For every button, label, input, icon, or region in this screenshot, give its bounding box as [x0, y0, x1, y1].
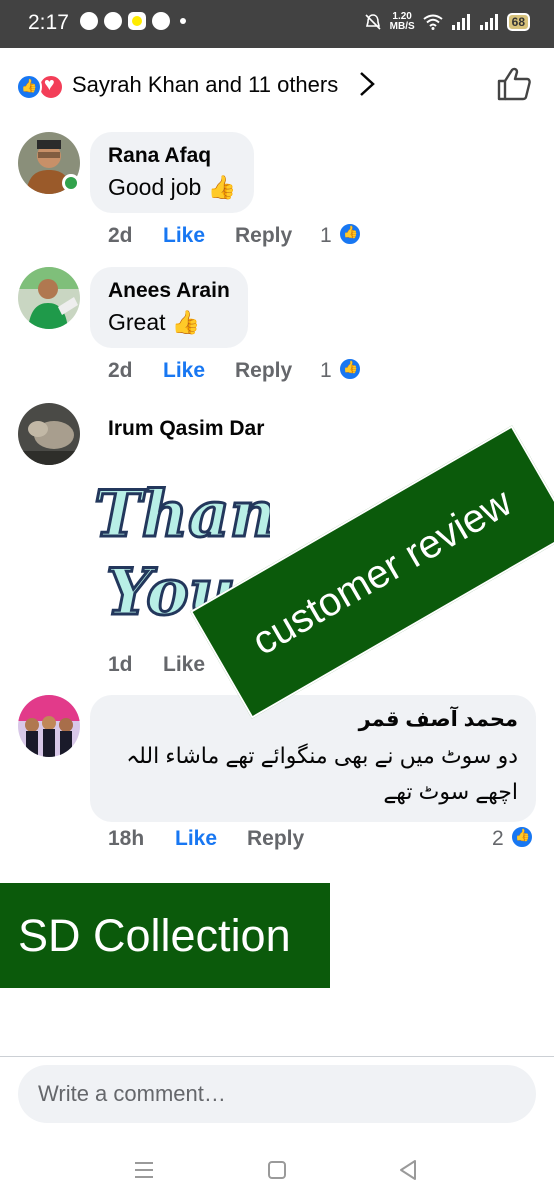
reactions-summary[interactable]: Sayrah Khan and 11 others: [16, 66, 546, 104]
comment-time: 1d: [108, 653, 133, 676]
comment-time: 2d: [108, 224, 133, 247]
like-button[interactable]: Like: [163, 224, 235, 248]
comment-author[interactable]: محمد آصف قمر: [108, 707, 518, 732]
comment-bubble[interactable]: Anees Arain Great 👍: [90, 267, 248, 348]
reply-button[interactable]: Reply: [235, 224, 292, 248]
like-count-icon: [338, 357, 362, 381]
comment-bubble[interactable]: محمد آصف قمر دو سوٹ میں نے بھی منگوائے ت…: [90, 695, 536, 822]
messenger-icon: [104, 12, 122, 30]
comment-actions: 2d Like Reply: [108, 359, 292, 383]
signal-icon-2: [479, 14, 498, 30]
whatsapp-icon: [80, 12, 98, 30]
battery-level: 68: [506, 13, 530, 31]
avatar[interactable]: [18, 403, 80, 465]
back-triangle-icon: [400, 1160, 416, 1180]
status-right: 1.20 MB/S 68: [364, 12, 530, 32]
comment-author[interactable]: Rana Afaq: [108, 144, 236, 168]
thumbs-up-icon[interactable]: [496, 66, 532, 102]
comment-author[interactable]: Anees Arain: [108, 279, 230, 303]
comment-text: Great 👍: [108, 309, 201, 335]
comment-anees-arain: Anees Arain Great 👍 2d Like Reply 1: [0, 267, 554, 387]
reaction-icons: [16, 74, 68, 100]
back-button[interactable]: [388, 1150, 428, 1190]
like-count-icon: [338, 222, 362, 246]
comment-time: 18h: [108, 827, 145, 850]
home-square-icon: [268, 1161, 286, 1179]
home-button[interactable]: [257, 1150, 297, 1190]
like-count[interactable]: 1: [320, 224, 332, 248]
brand-banner-text: SD Collection: [18, 909, 291, 961]
comment-urdu: محمد آصف قمر دو سوٹ میں نے بھی منگوائے ت…: [0, 695, 554, 855]
like-count-icon: [510, 825, 534, 849]
mute-bell-icon: [365, 14, 381, 30]
facebook-icon: [152, 12, 170, 30]
chevron-right-icon[interactable]: [356, 70, 378, 98]
brand-banner: SD Collection: [0, 883, 330, 988]
comment-text: Good job 👍: [108, 174, 237, 200]
reply-button[interactable]: Reply: [235, 359, 292, 383]
online-indicator: [62, 174, 80, 192]
signal-icon: [451, 14, 470, 30]
like-count[interactable]: 1: [320, 359, 332, 383]
recent-apps-button[interactable]: [124, 1150, 164, 1190]
comment-input[interactable]: [18, 1065, 536, 1123]
reply-button[interactable]: Reply: [247, 827, 304, 851]
like-button[interactable]: Like: [175, 827, 247, 851]
like-button[interactable]: Like: [163, 359, 235, 383]
wifi-icon: [423, 14, 443, 30]
comment-actions: 2d Like Reply: [108, 224, 292, 248]
comment-time: 2d: [108, 359, 133, 382]
like-count[interactable]: 2: [492, 827, 504, 851]
comment-bubble[interactable]: Rana Afaq Good job 👍: [90, 132, 255, 213]
menu-icon: [135, 1162, 153, 1178]
more-notifications-icon: [180, 18, 186, 24]
system-nav-bar: [0, 1140, 554, 1200]
avatar[interactable]: [18, 695, 80, 757]
status-bar: 2:17 1.20 MB/S 68: [0, 0, 554, 48]
like-reaction-icon: [16, 74, 42, 100]
comment-rana-afaq: Rana Afaq Good job 👍 2d Like Reply 1: [0, 132, 554, 252]
net-speed: 1.20 MB/S: [390, 12, 415, 32]
composer-divider: [0, 1056, 554, 1057]
reactions-names[interactable]: Sayrah Khan and 11 others: [72, 72, 338, 98]
status-app-icons: [80, 12, 186, 30]
comment-actions: 18h Like Reply: [108, 827, 304, 851]
sticker-word-thank: Thank: [94, 477, 270, 552]
comment-text: دو سوٹ میں نے بھی منگوائے تھے ماشاء اللہ…: [126, 743, 518, 804]
status-time: 2:17: [28, 11, 69, 34]
comment-author[interactable]: Irum Qasim Dar: [108, 417, 264, 441]
avatar[interactable]: [18, 267, 80, 329]
net-speed-unit: MB/S: [389, 21, 415, 32]
snapchat-icon: [128, 12, 146, 30]
